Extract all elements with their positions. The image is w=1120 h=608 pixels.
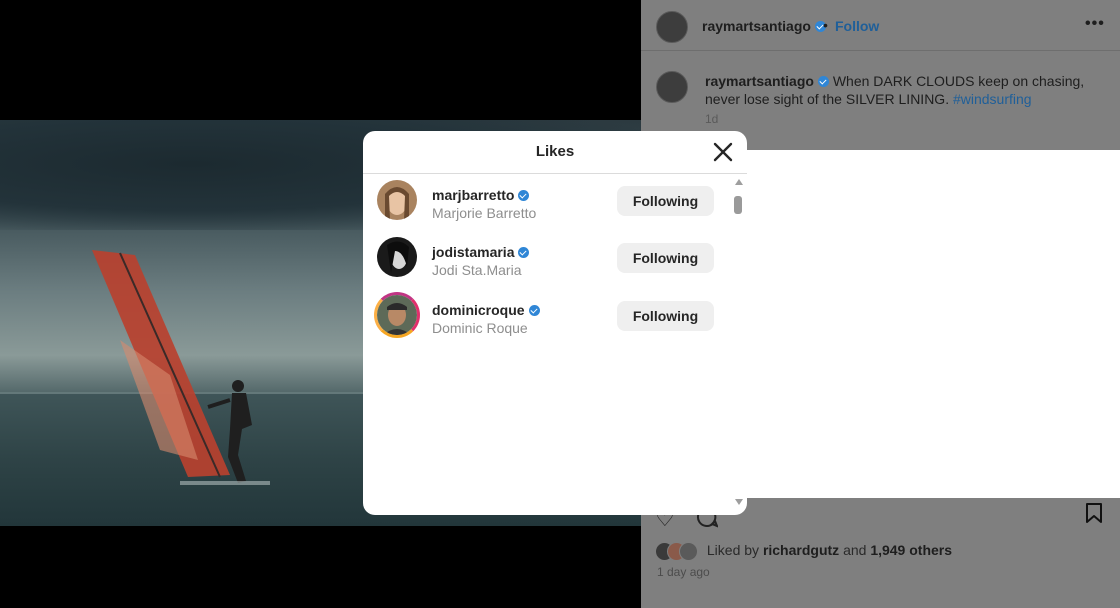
bookmark-icon[interactable] bbox=[1084, 502, 1104, 524]
hashtag-link[interactable]: #windsurfing bbox=[953, 91, 1032, 107]
verified-badge-icon bbox=[518, 247, 530, 258]
user-full-name: Dominic Roque bbox=[432, 320, 528, 336]
user-handle[interactable]: dominicroque bbox=[432, 302, 540, 318]
verified-badge-icon bbox=[518, 190, 530, 201]
liked-by-others[interactable]: 1,949 others bbox=[870, 542, 952, 558]
likes-scrollbar[interactable] bbox=[733, 179, 745, 509]
caption-username[interactable]: raymartsantiago bbox=[705, 73, 814, 89]
author-avatar[interactable] bbox=[656, 11, 688, 43]
liked-by-prefix: Liked by bbox=[706, 542, 760, 558]
verified-badge-icon bbox=[817, 76, 829, 87]
author-username[interactable]: raymartsantiago bbox=[702, 18, 826, 34]
post-caption: raymartsantiago When DARK CLOUDS keep on… bbox=[705, 72, 1105, 108]
following-button[interactable]: Following bbox=[617, 301, 714, 331]
list-item: jodistamaria Jodi Sta.Maria Following bbox=[363, 231, 733, 287]
likes-modal-title: Likes bbox=[535, 143, 575, 160]
post-header: raymartsantiago • Follow ••• bbox=[641, 0, 1120, 51]
likes-modal: Likes marjbarretto Marjorie Barretto Fol… bbox=[363, 131, 747, 515]
user-handle[interactable]: jodistamaria bbox=[432, 244, 530, 260]
close-icon[interactable] bbox=[711, 140, 735, 164]
separator-dot: • bbox=[823, 17, 828, 33]
liker-avatar bbox=[679, 542, 698, 562]
liked-by-user[interactable]: richardgutz bbox=[763, 542, 839, 558]
scroll-up-arrow-icon[interactable] bbox=[735, 179, 743, 185]
list-item: marjbarretto Marjorie Barretto Following bbox=[363, 174, 733, 230]
following-button[interactable]: Following bbox=[617, 186, 714, 216]
windsurfer-illustration bbox=[92, 250, 270, 485]
scrollbar-thumb[interactable] bbox=[734, 196, 742, 214]
liker-avatars bbox=[655, 542, 698, 562]
caption-avatar[interactable] bbox=[656, 71, 688, 103]
comments-area bbox=[744, 150, 1120, 498]
user-avatar-story-ring[interactable] bbox=[374, 292, 420, 338]
follow-button[interactable]: Follow bbox=[835, 18, 879, 34]
user-full-name: Jodi Sta.Maria bbox=[432, 262, 522, 278]
list-item: dominicroque Dominic Roque Following bbox=[363, 289, 733, 345]
likes-summary[interactable]: Liked by richardgutz and 1,949 others bbox=[655, 542, 952, 562]
likes-list[interactable]: marjbarretto Marjorie Barretto Following… bbox=[363, 174, 733, 354]
user-avatar[interactable] bbox=[377, 237, 417, 277]
following-button[interactable]: Following bbox=[617, 243, 714, 273]
verified-badge-icon bbox=[528, 305, 540, 316]
user-full-name: Marjorie Barretto bbox=[432, 205, 537, 221]
scroll-down-arrow-icon[interactable] bbox=[735, 499, 743, 505]
more-options-icon[interactable]: ••• bbox=[1085, 15, 1105, 33]
user-handle[interactable]: marjbarretto bbox=[432, 187, 530, 203]
user-avatar[interactable] bbox=[377, 180, 417, 220]
post-timestamp: 1 day ago bbox=[657, 565, 710, 579]
likes-modal-header: Likes bbox=[363, 131, 747, 174]
liked-by-connector: and bbox=[843, 542, 867, 558]
caption-timestamp: 1d bbox=[705, 112, 719, 126]
